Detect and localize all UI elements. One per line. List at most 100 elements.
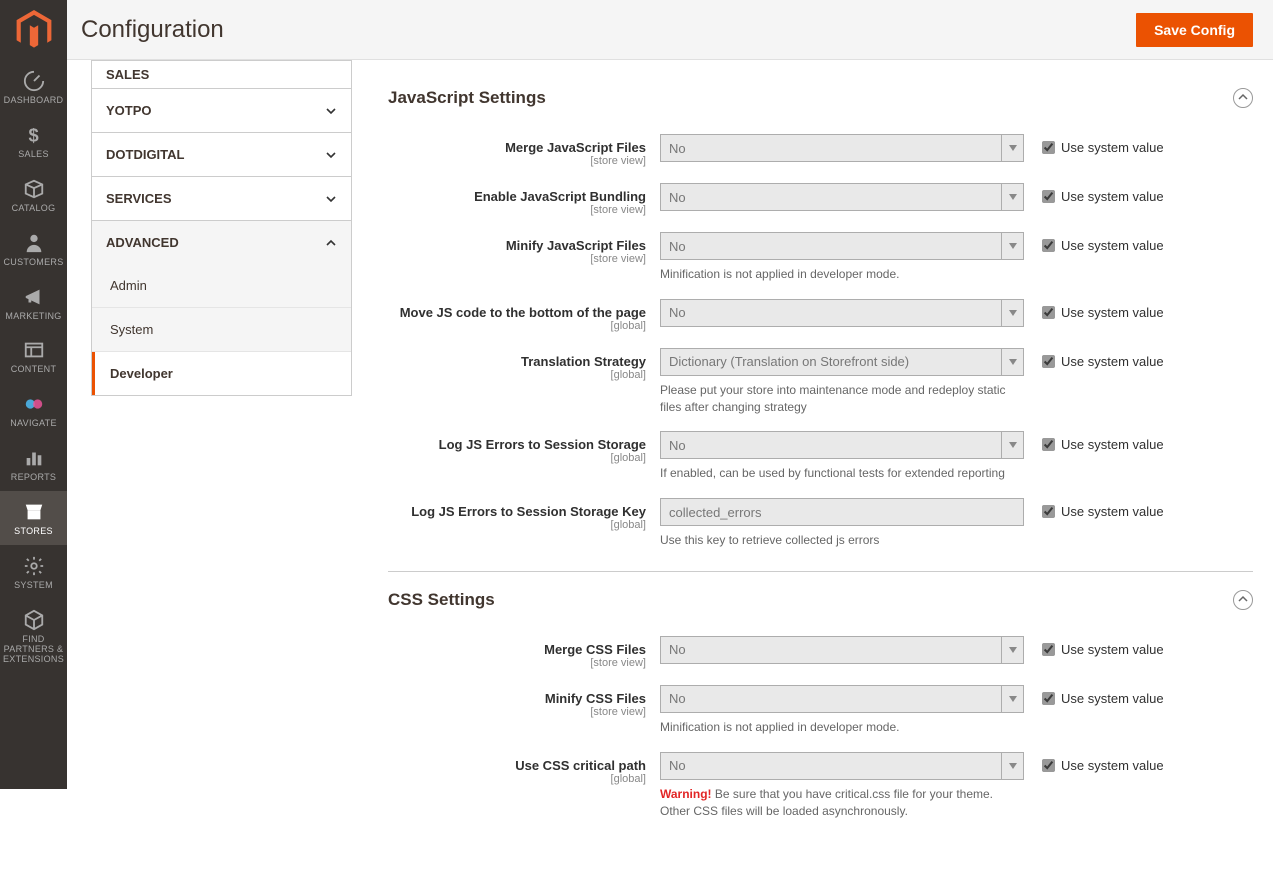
nav-sales[interactable]: $SALES <box>0 114 67 168</box>
dropdown-arrow-icon <box>1001 686 1023 712</box>
field-scope: [global] <box>388 320 646 332</box>
field-label: Enable JavaScript Bundling[store view] <box>388 183 660 216</box>
field-select[interactable]: No <box>660 636 1024 664</box>
section-js-settings-header[interactable]: JavaScript Settings <box>388 88 1253 108</box>
dropdown-arrow-icon <box>1001 349 1023 375</box>
magento-logo[interactable] <box>0 0 67 60</box>
field-text-input[interactable] <box>660 498 1024 526</box>
sidebar-tab-services[interactable]: SERVICES <box>92 177 351 220</box>
field-row: Merge CSS Files[store view] No Use system … <box>388 636 1253 669</box>
use-system-value-label[interactable]: Use system value <box>1061 691 1164 706</box>
field-select[interactable]: No <box>660 431 1024 459</box>
nav-stores[interactable]: STORES <box>0 491 67 545</box>
field-select-value: Dictionary (Translation on Storefront si… <box>669 354 909 369</box>
field-control: NoMinification is not applied in develop… <box>660 232 1024 283</box>
field-note: Use this key to retrieve collected js er… <box>660 532 1024 549</box>
field-control: No <box>660 299 1024 327</box>
nav-catalog[interactable]: CATALOG <box>0 168 67 222</box>
chevron-up-icon <box>325 237 337 249</box>
dollar-icon: $ <box>23 124 45 146</box>
field-select-value: No <box>669 239 686 254</box>
use-system-value-label[interactable]: Use system value <box>1061 305 1164 320</box>
use-system-value-checkbox[interactable] <box>1042 141 1055 154</box>
use-system-value-wrap: Use system value <box>1024 752 1164 773</box>
config-content: JavaScript Settings Merge JavaScript Fil… <box>364 60 1273 875</box>
use-system-value-checkbox[interactable] <box>1042 692 1055 705</box>
megaphone-icon <box>23 286 45 308</box>
field-row: Log JS Errors to Session Storage Key[glo… <box>388 498 1253 549</box>
nav-navigate[interactable]: NAVIGATE <box>0 383 67 437</box>
use-system-value-checkbox[interactable] <box>1042 505 1055 518</box>
use-system-value-label[interactable]: Use system value <box>1061 140 1164 155</box>
save-config-button[interactable]: Save Config <box>1136 13 1253 47</box>
nav-customers[interactable]: CUSTOMERS <box>0 222 67 276</box>
field-label-text: Move JS code to the bottom of the page <box>388 305 646 320</box>
field-note: Warning! Be sure that you have critical.… <box>660 786 1024 820</box>
nav-partners[interactable]: FIND PARTNERS & EXTENSIONS <box>0 599 67 673</box>
field-control: No Warning! Be sure that you have critica… <box>660 752 1024 820</box>
field-note: Minification is not applied in developer… <box>660 719 1024 736</box>
field-note: Please put your store into maintenance m… <box>660 382 1024 416</box>
field-select[interactable]: No <box>660 183 1024 211</box>
barchart-icon <box>23 447 45 469</box>
use-system-value-label[interactable]: Use system value <box>1061 238 1164 253</box>
field-label-text: Log JS Errors to Session Storage <box>388 437 646 452</box>
use-system-value-checkbox[interactable] <box>1042 759 1055 772</box>
chevron-down-icon <box>325 105 337 117</box>
field-control: No <box>660 183 1024 211</box>
field-select[interactable]: No <box>660 232 1024 260</box>
use-system-value-label[interactable]: Use system value <box>1061 189 1164 204</box>
field-select[interactable]: No <box>660 685 1024 713</box>
nav-content[interactable]: CONTENT <box>0 329 67 383</box>
field-select[interactable]: No <box>660 752 1024 780</box>
use-system-value-checkbox[interactable] <box>1042 355 1055 368</box>
field-select-value: No <box>669 438 686 453</box>
field-select-value: No <box>669 691 686 706</box>
field-label: Merge JavaScript Files[store view] <box>388 134 660 167</box>
field-scope: [global] <box>388 369 646 381</box>
sidebar-tab-yotpo[interactable]: YOTPO <box>92 89 351 132</box>
field-select[interactable]: No <box>660 134 1024 162</box>
collapse-icon[interactable] <box>1233 590 1253 610</box>
field-label-text: Translation Strategy <box>388 354 646 369</box>
field-select-value: No <box>669 190 686 205</box>
field-select[interactable]: Dictionary (Translation on Storefront si… <box>660 348 1024 376</box>
use-system-value-label[interactable]: Use system value <box>1061 504 1164 519</box>
package-icon <box>23 609 45 631</box>
field-control: No <box>660 134 1024 162</box>
field-label: Log JS Errors to Session Storage Key[glo… <box>388 498 660 531</box>
sidebar-tab-dotdigital[interactable]: DOTDIGITAL <box>92 133 351 176</box>
chevron-down-icon <box>325 193 337 205</box>
field-select[interactable]: No <box>660 299 1024 327</box>
use-system-value-checkbox[interactable] <box>1042 643 1055 656</box>
sidebar-tab-advanced[interactable]: ADVANCED <box>92 221 351 264</box>
sidebar-item-admin[interactable]: Admin <box>92 264 351 308</box>
field-label: Log JS Errors to Session Storage[global] <box>388 431 660 464</box>
use-system-value-checkbox[interactable] <box>1042 438 1055 451</box>
nav-system[interactable]: SYSTEM <box>0 545 67 599</box>
field-label-text: Merge CSS Files <box>388 642 646 657</box>
use-system-value-label[interactable]: Use system value <box>1061 354 1164 369</box>
dropdown-arrow-icon <box>1001 300 1023 326</box>
use-system-value-checkbox[interactable] <box>1042 190 1055 203</box>
use-system-value-label[interactable]: Use system value <box>1061 642 1164 657</box>
field-scope: [store view] <box>388 253 646 265</box>
field-row: Use CSS critical path[global]NoWarning! … <box>388 752 1253 820</box>
page-title: Configuration <box>81 16 224 44</box>
section-title: CSS Settings <box>388 590 495 610</box>
use-system-value-checkbox[interactable] <box>1042 239 1055 252</box>
nav-dashboard[interactable]: DASHBOARD <box>0 60 67 114</box>
field-control: Dictionary (Translation on Storefront si… <box>660 348 1024 416</box>
sidebar-item-developer[interactable]: Developer <box>92 352 351 395</box>
use-system-value-wrap: Use system value <box>1024 636 1164 657</box>
sidebar-tab-sales[interactable]: SALES <box>92 61 351 88</box>
use-system-value-label[interactable]: Use system value <box>1061 758 1164 773</box>
section-css-settings-header[interactable]: CSS Settings <box>388 590 1253 610</box>
collapse-icon[interactable] <box>1233 88 1253 108</box>
field-scope: [store view] <box>388 657 646 669</box>
use-system-value-label[interactable]: Use system value <box>1061 437 1164 452</box>
nav-marketing[interactable]: MARKETING <box>0 276 67 330</box>
sidebar-item-system[interactable]: System <box>92 308 351 352</box>
nav-reports[interactable]: REPORTS <box>0 437 67 491</box>
use-system-value-checkbox[interactable] <box>1042 306 1055 319</box>
